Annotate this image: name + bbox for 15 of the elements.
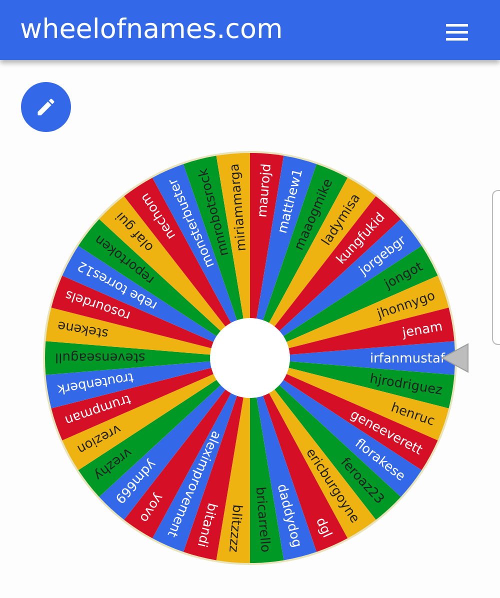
slice-label: jenam (401, 320, 444, 341)
slice-label: troutenberk (56, 369, 134, 396)
slice-label: hjrodriguez (368, 372, 444, 398)
slice-label: miriammarga (227, 162, 250, 252)
site-title[interactable]: wheelofnames.com (20, 10, 283, 50)
wheel-hub[interactable] (210, 318, 290, 398)
pencil-icon (35, 96, 57, 118)
slice-label: stekene (56, 318, 110, 341)
slice-label: stevenseagull (55, 350, 146, 364)
slice-label: maurojd (255, 163, 275, 218)
slice-label: blitzzzz (225, 504, 244, 553)
edit-button[interactable] (21, 82, 71, 132)
slice-label: bricarrello (252, 486, 273, 554)
slice-label: daddydog (274, 482, 304, 550)
slice-label: irfanmustaf (370, 352, 445, 366)
